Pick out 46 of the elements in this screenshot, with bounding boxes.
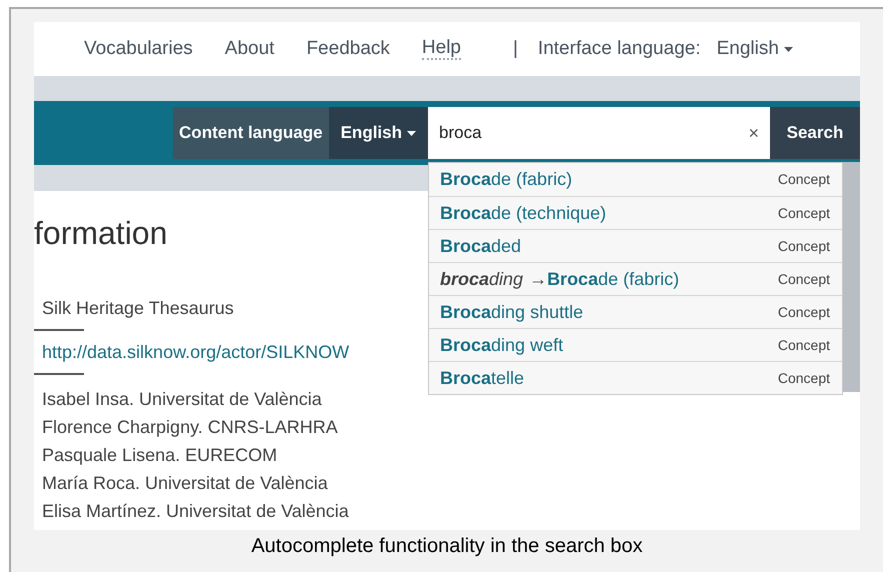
caret-icon	[784, 46, 793, 52]
suggestion-type: Concept	[778, 368, 830, 388]
interface-language-label: Interface language:	[538, 36, 701, 61]
suggestion-item[interactable]: Brocade (technique) Concept	[429, 196, 842, 229]
nav-link[interactable]: Feedback	[306, 34, 390, 64]
uri-link[interactable]: http://data.silknow.org/actor/SILKNOW	[34, 339, 350, 365]
language-dropdown[interactable]: English	[716, 34, 793, 64]
suggestion-item[interactable]: Brocading weft Concept	[429, 328, 842, 361]
caret-icon	[407, 130, 416, 136]
vocabulary-name: Silk Heritage Thesaurus	[41, 297, 234, 320]
contributor: María Roca. Universitat de València	[41, 472, 328, 495]
suggestion-label: Brocade (fabric)	[547, 268, 680, 291]
suggestion-label: Brocading weft	[440, 334, 564, 357]
suggestion-type: Concept	[778, 336, 830, 355]
suggestion-type: Concept	[778, 170, 830, 189]
contributor: Elisa Martínez. Universitat de València	[41, 500, 349, 523]
suggestion-type: Concept	[778, 204, 830, 223]
suggestion-label: Brocatelle	[440, 366, 524, 390]
contributor: Isabel Insa. Universitat de València	[41, 388, 322, 411]
alternative-label: brocading	[440, 268, 524, 291]
content-language-label: Content language	[173, 107, 329, 159]
content-language-dropdown[interactable]: English	[328, 107, 428, 159]
suggestion-item[interactable]: Brocade (fabric) Concept	[429, 163, 842, 196]
suggestion-type: Concept	[778, 302, 830, 322]
page-heading: formation	[34, 214, 168, 253]
nav-link[interactable]: About	[224, 34, 274, 64]
contributor: Florence Charpigny. CNRS-LARHRA	[41, 416, 338, 439]
suggestion-item[interactable]: Brocaded Concept	[429, 229, 842, 262]
contributor: Pasquale Lisena. EURECOM	[41, 444, 278, 467]
suggestion-item[interactable]: Brocatelle Concept	[429, 361, 842, 394]
suggestion-item[interactable]: brocading →Brocade (fabric) Concept	[429, 262, 842, 295]
scrollbar[interactable]	[843, 162, 860, 392]
arrow-icon: →	[529, 266, 548, 292]
suggestion-label: Brocaded	[440, 234, 522, 258]
suggestion-type: Concept	[778, 270, 830, 289]
nav-link[interactable]: Vocabularies	[84, 34, 193, 64]
suggestion-label: Brocading shuttle	[440, 300, 584, 324]
search-button[interactable]: Search	[770, 107, 860, 159]
search-field[interactable]: broca ×	[428, 107, 770, 159]
clear-button[interactable]: ×	[748, 120, 759, 146]
suggestion-type: Concept	[778, 236, 830, 256]
suggestion-item[interactable]: Brocading shuttle Concept	[429, 295, 842, 328]
suggestion-label: Brocade (fabric)	[440, 168, 572, 191]
caption: Autocomplete functionality in the search box	[250, 534, 644, 559]
suggestion-label: Brocade (technique)	[440, 202, 606, 225]
separator: |	[512, 36, 518, 61]
